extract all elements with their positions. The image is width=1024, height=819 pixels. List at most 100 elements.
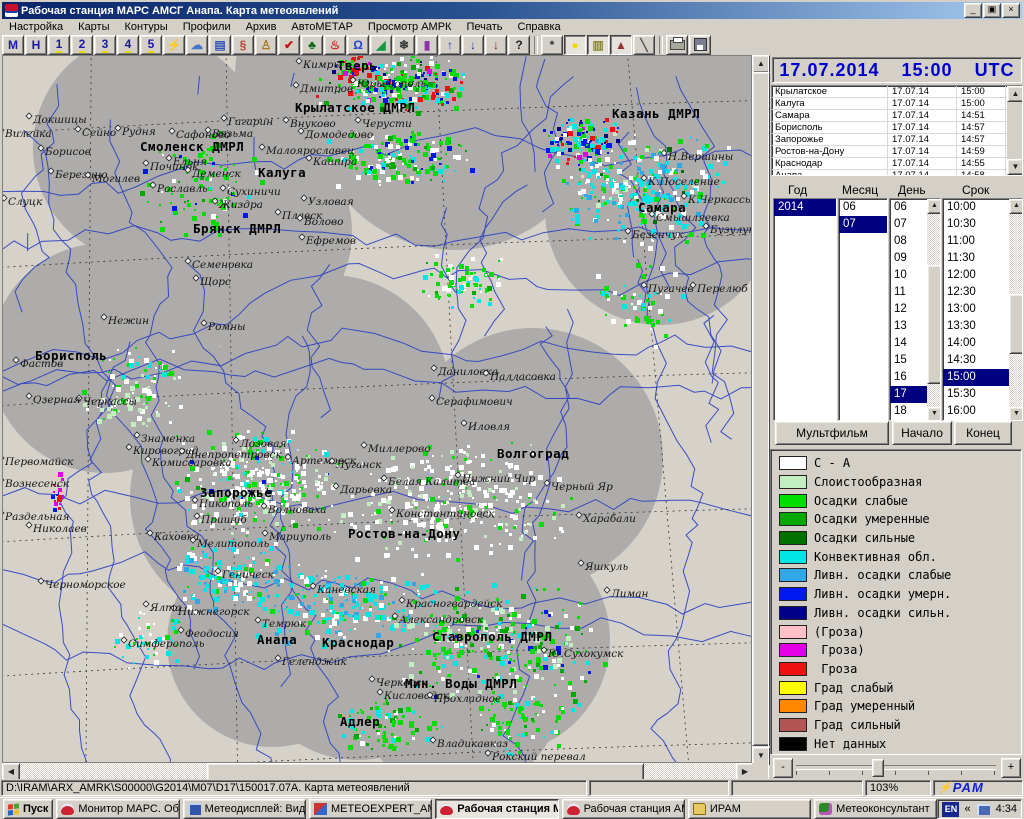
help-icon[interactable]: ? <box>508 35 530 55</box>
layer-3-button[interactable]: 3 <box>94 35 116 55</box>
station-row[interactable]: Анапа17.07.1414:58 <box>772 170 1022 176</box>
arrow-up-icon[interactable]: ↑ <box>439 35 461 55</box>
menu-профили[interactable]: Профили <box>176 20 239 34</box>
lightning-icon[interactable]: ⚡ <box>163 35 185 55</box>
zoom-in-button[interactable]: + <box>1001 758 1021 778</box>
station-table[interactable]: Крылатское17.07.1415:00Калуга17.07.1415:… <box>771 85 1023 176</box>
sun-icon[interactable]: ● <box>564 35 586 55</box>
clouds-icon[interactable]: ☁ <box>186 35 208 55</box>
close-button[interactable]: × <box>1002 3 1020 18</box>
menu-справка[interactable]: Справка <box>511 20 569 34</box>
station-row[interactable]: Краснодар17.07.1414:55 <box>772 158 1022 170</box>
station-table-scrollbar[interactable]: ▲▼ <box>1007 86 1022 173</box>
minimize-button[interactable]: _ <box>964 3 982 18</box>
tray-chevron[interactable]: « <box>964 803 970 815</box>
cylinder-icon[interactable]: ▥ <box>587 35 609 55</box>
scroll-up-icon[interactable]: ▲ <box>927 199 941 214</box>
taskbar-task-active[interactable]: Рабочая станция М... <box>435 799 558 819</box>
station-row[interactable]: Борисполь17.07.1414:57 <box>772 122 1022 134</box>
taskbar-task-button[interactable]: Монитор МАРС. Объе... <box>56 799 179 819</box>
temperature-icon[interactable]: ♨ <box>324 35 346 55</box>
year-listbox[interactable]: 2014 <box>773 198 837 421</box>
tree-icon[interactable]: ♣ <box>301 35 323 55</box>
city-label: Красногвардейск <box>405 598 503 610</box>
layer-5-button[interactable]: 5 <box>140 35 162 55</box>
print-button[interactable] <box>666 35 688 55</box>
mode-m-button[interactable]: M <box>2 35 24 55</box>
marker-icon[interactable]: ♙ <box>255 35 277 55</box>
menu-печать[interactable]: Печать <box>459 20 510 34</box>
line-icon[interactable]: ╲ <box>633 35 655 55</box>
day-listbox[interactable]: 06070809101112131415161718▲▼ <box>889 198 941 421</box>
arrow-down-icon[interactable]: ↓ <box>462 35 484 55</box>
layer-4-button[interactable]: 4 <box>117 35 139 55</box>
animation-button[interactable]: Мультфильм <box>775 421 889 445</box>
map-vertical-scrollbar[interactable]: ▲ ▼ <box>752 55 768 763</box>
station-row[interactable]: Калуга17.07.1415:00 <box>772 98 1022 110</box>
check-icon[interactable]: ✔ <box>278 35 300 55</box>
legend-item: Осадки умеренные <box>771 510 1021 529</box>
end-button[interactable]: Конец <box>954 421 1012 445</box>
taskbar-task-button[interactable]: Рабочая станция АМР... <box>562 799 685 819</box>
help-icon-glyph: ? <box>515 38 522 52</box>
list-option[interactable]: 2014 <box>774 199 836 216</box>
zoom-slider[interactable]: - + <box>770 757 1022 777</box>
scroll-up-icon[interactable]: ▲ <box>1009 199 1023 214</box>
save-button[interactable] <box>689 35 711 55</box>
menu-настройка[interactable]: Настройка <box>2 20 71 34</box>
mode-h-button[interactable]: H <box>25 35 47 55</box>
layer-1-button[interactable]: 1 <box>48 35 70 55</box>
colorbar-icon[interactable]: ▮ <box>416 35 438 55</box>
zoom-out-button[interactable]: - <box>773 758 793 778</box>
triangle-icon[interactable]: ◢ <box>370 35 392 55</box>
weather-map[interactable]: ТверьКимрыДмитровЮрьевопольКрылатское ДМ… <box>2 55 752 763</box>
menu-архив[interactable]: Архив <box>239 20 285 34</box>
map-horizontal-scrollbar[interactable]: ◀ ▶ <box>2 763 752 779</box>
taskbar-task-button[interactable]: Метеоконсультант <box>814 799 937 819</box>
mountain-icon[interactable]: ▲ <box>610 35 632 55</box>
taskbar-task-button[interactable]: METEOEXPERT_АМСГ А... <box>309 799 432 819</box>
slider-thumb[interactable] <box>872 759 884 777</box>
application-window: Рабочая станция МАРС АМСГ Анапа. Карта м… <box>0 0 1024 819</box>
arrow-down2-icon[interactable]: ↓ <box>485 35 507 55</box>
slider-track[interactable] <box>796 765 996 770</box>
station-row[interactable]: Самара17.07.1414:51 <box>772 110 1022 122</box>
language-indicator[interactable]: EN <box>942 802 959 817</box>
legend-item: Гроза) <box>771 641 1021 660</box>
listbox-scrollbar[interactable]: ▲▼ <box>927 199 940 420</box>
station-row[interactable]: Ростов-на-Дону17.07.1414:59 <box>772 146 1022 158</box>
bell-icon[interactable]: Ω <box>347 35 369 55</box>
menu-автометар[interactable]: АвтоМЕТАР <box>284 20 361 34</box>
city-label: Прохладное <box>433 693 501 705</box>
taskbar-task-button[interactable]: Метеодисплей: Вид 17... <box>183 799 306 819</box>
listbox-thumb[interactable] <box>927 265 941 384</box>
time-listbox[interactable]: 10:0010:3011:0011:3012:0012:3013:0013:30… <box>942 198 1023 421</box>
asterisk-icon[interactable]: * <box>541 35 563 55</box>
database-icon[interactable]: ▤ <box>209 35 231 55</box>
listbox-scrollbar[interactable]: ▲▼ <box>1009 199 1022 420</box>
triangle-icon-glyph: ◢ <box>376 38 385 52</box>
list-option[interactable]: 06 <box>839 199 887 216</box>
scroll-down-icon[interactable]: ▼ <box>1007 159 1023 175</box>
city-label: Мелитополь <box>196 538 269 550</box>
list-option[interactable]: 07 <box>839 216 887 233</box>
city-label: Черкассы <box>83 396 137 408</box>
start-menu-button[interactable]: Пуск <box>3 799 53 819</box>
scroll-up-icon[interactable]: ▲ <box>1007 86 1023 102</box>
menu-просмотр-амрк[interactable]: Просмотр АМРК <box>361 20 460 34</box>
month-listbox[interactable]: 0607 <box>838 198 888 421</box>
station-row[interactable]: Крылатское17.07.1415:00 <box>772 86 1022 98</box>
listbox-thumb[interactable] <box>1009 294 1023 355</box>
start-button[interactable]: Начало <box>892 421 952 445</box>
menu-контуры[interactable]: Контуры <box>118 20 176 34</box>
scroll-down-icon[interactable]: ▼ <box>927 407 941 421</box>
station-row[interactable]: Запорожье17.07.1414:57 <box>772 134 1022 146</box>
restore-button[interactable]: ▣ <box>983 3 1001 18</box>
taskbar-task-button[interactable]: ИРАМ <box>688 799 811 819</box>
scroll-down-icon[interactable]: ▼ <box>1009 407 1023 421</box>
snowflake-icon[interactable]: ❄ <box>393 35 415 55</box>
layer-2-button[interactable]: 2 <box>71 35 93 55</box>
foot-icon[interactable]: § <box>232 35 254 55</box>
network-icon[interactable] <box>977 804 990 815</box>
menu-карты[interactable]: Карты <box>71 20 117 34</box>
